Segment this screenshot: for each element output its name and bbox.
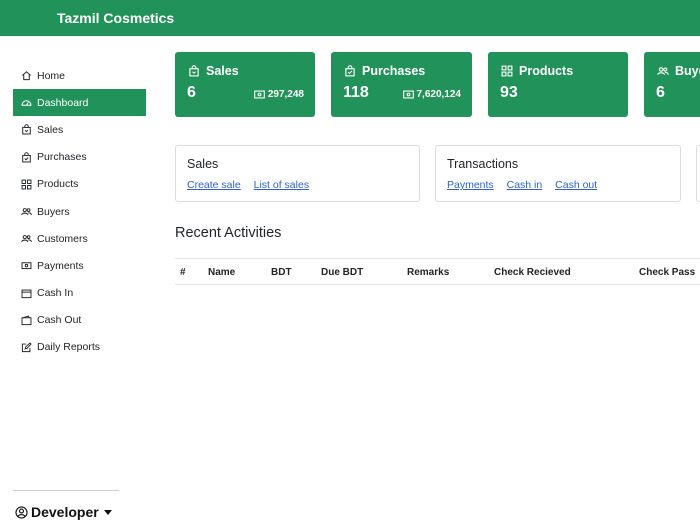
- people-icon: [21, 206, 32, 217]
- cash-icon: [402, 90, 414, 99]
- people-icon: [21, 233, 32, 244]
- column-header: #: [180, 267, 186, 278]
- stat-amount: 7,620,124: [416, 89, 462, 100]
- user-name: Developer: [31, 504, 99, 520]
- sales-card: Sales Create sale List of sales: [175, 145, 420, 202]
- cash-icon: [253, 90, 265, 99]
- top-navbar: Tazmil Cosmetics: [0, 0, 700, 36]
- sidebar-item-label: Cash Out: [37, 314, 82, 327]
- sidebar-item-label: Cash In: [37, 287, 74, 300]
- stat-title: Buyers: [675, 64, 700, 78]
- bag-check-icon: [21, 151, 32, 163]
- stat-count: 6: [656, 84, 665, 101]
- sidebar: Home Dashboard Sales Purchases Products …: [13, 62, 146, 361]
- stat-amount: 297,248: [267, 89, 304, 100]
- stat-title: Purchases: [362, 64, 426, 78]
- sidebar-item-cash-out[interactable]: Cash Out: [13, 307, 146, 334]
- sidebar-item-label: Products: [37, 178, 79, 191]
- cash-out-link[interactable]: Cash out: [555, 179, 597, 191]
- sidebar-item-cash-in[interactable]: Cash In: [13, 280, 146, 307]
- grid-icon: [21, 179, 32, 190]
- bag-check-icon: [344, 65, 356, 77]
- recent-activities-table-header: # Name BDT Due BDT Remarks Check Recieve…: [175, 258, 700, 285]
- cash-in-link[interactable]: Cash in: [507, 179, 543, 191]
- chevron-down-icon: [103, 509, 112, 515]
- sidebar-item-label: Dashboard: [37, 96, 89, 109]
- sidebar-item-daily-reports[interactable]: Daily Reports: [13, 334, 146, 361]
- column-header: Name: [208, 267, 236, 278]
- list-of-sales-link[interactable]: List of sales: [254, 179, 309, 191]
- create-sale-link[interactable]: Create sale: [187, 179, 241, 191]
- sidebar-item-label: Purchases: [37, 151, 87, 164]
- column-header: Remarks: [407, 267, 450, 278]
- sidebar-item-purchases[interactable]: Purchases: [13, 144, 146, 171]
- card-title: Transactions: [447, 157, 519, 171]
- shopping-bag-icon: [21, 124, 32, 135]
- sidebar-item-payments[interactable]: Payments: [13, 252, 146, 279]
- sidebar-item-label: Buyers: [37, 205, 70, 218]
- card-title: Sales: [187, 157, 219, 171]
- sidebar-item-label: Payments: [37, 259, 84, 272]
- sidebar-item-dashboard[interactable]: Dashboard: [13, 89, 146, 117]
- stat-card-sales[interactable]: Sales 6 297,248: [175, 52, 315, 117]
- partial-card: [696, 145, 700, 202]
- sidebar-item-label: Home: [37, 69, 66, 82]
- sidebar-divider: [13, 490, 119, 491]
- payments-link[interactable]: Payments: [447, 179, 494, 191]
- wallet-icon: [21, 288, 32, 299]
- column-header: BDT: [271, 267, 292, 278]
- recent-activities-title: Recent Activities: [175, 225, 282, 241]
- dashboard-icon: [21, 97, 32, 108]
- transactions-card: Transactions Payments Cash in Cash out: [435, 145, 681, 202]
- stat-card-buyers[interactable]: Buyers 6: [644, 52, 700, 117]
- wallet-out-icon: [21, 315, 32, 326]
- sidebar-item-customers[interactable]: Customers: [13, 225, 146, 252]
- stat-count: 93: [500, 84, 518, 101]
- column-header: Check Pass: [639, 267, 696, 278]
- column-header: Check Recieved: [494, 267, 571, 278]
- stat-card-purchases[interactable]: Purchases 118 7,620,124: [331, 52, 472, 117]
- user-circle-icon: [15, 505, 28, 519]
- stat-count: 118: [343, 84, 369, 101]
- brand-name[interactable]: Tazmil Cosmetics: [57, 10, 174, 26]
- sidebar-item-label: Customers: [37, 232, 88, 245]
- stat-count: 6: [187, 84, 196, 101]
- shopping-bag-icon: [188, 65, 200, 77]
- sidebar-item-sales[interactable]: Sales: [13, 116, 146, 143]
- column-header: Due BDT: [321, 267, 364, 278]
- sidebar-item-products[interactable]: Products: [13, 171, 146, 198]
- stat-title: Products: [519, 64, 574, 78]
- stat-title: Sales: [206, 64, 239, 78]
- sidebar-item-label: Sales: [37, 123, 64, 136]
- cash-icon: [21, 260, 32, 271]
- sidebar-item-home[interactable]: Home: [13, 62, 146, 89]
- sidebar-item-buyers[interactable]: Buyers: [13, 198, 146, 225]
- stat-card-products[interactable]: Products 93: [488, 52, 628, 117]
- sidebar-item-label: Daily Reports: [37, 341, 101, 354]
- pencil-square-icon: [21, 342, 32, 353]
- grid-icon: [501, 65, 513, 77]
- home-icon: [21, 70, 32, 81]
- user-menu-toggle[interactable]: Developer: [15, 504, 112, 520]
- people-icon: [657, 65, 669, 77]
